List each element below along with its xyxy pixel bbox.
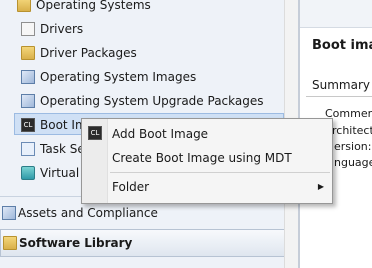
software-library-icon: [3, 236, 17, 250]
details-header-bar: [300, 0, 372, 28]
tree-item-label: Driver Packages: [40, 46, 137, 60]
property-language: nguage: [334, 156, 372, 169]
tree-item-os-upgrade-packages[interactable]: Operating System Upgrade Packages: [21, 91, 281, 111]
menu-item-label: Create Boot Image using MDT: [112, 151, 292, 165]
task-sequence-icon: [21, 142, 35, 156]
wunderbar-label: Assets and Compliance: [18, 206, 158, 220]
menu-item-create-boot-image-mdt[interactable]: Create Boot Image using MDT: [82, 147, 332, 169]
cl-icon: CL: [88, 126, 102, 140]
tree-item-label: Virtual: [40, 166, 80, 180]
package-icon: [21, 46, 35, 60]
tree-item-label: Operating System Images: [40, 70, 197, 84]
boot-image-icon: CL: [21, 118, 35, 132]
details-divider: [306, 96, 372, 97]
tree-item-label: Operating System Upgrade Packages: [40, 94, 264, 108]
driver-icon: [21, 22, 35, 36]
menu-item-add-boot-image[interactable]: Add Boot Image: [82, 123, 332, 145]
os-image-icon: [21, 70, 35, 84]
assets-icon: [2, 206, 16, 220]
details-summary-heading: Summary: [312, 78, 370, 92]
tree-item-os-images[interactable]: Operating System Images: [21, 67, 281, 87]
property-architecture: rchitect: [332, 124, 372, 137]
details-title: Boot imag: [312, 38, 372, 53]
tree-item-operating-systems[interactable]: Operating Systems: [17, 0, 277, 15]
wunderbar-software-library[interactable]: Software Library: [0, 229, 294, 257]
tree-item-driver-packages[interactable]: Driver Packages: [21, 43, 281, 63]
tree-item-label: Drivers: [40, 22, 84, 36]
upgrade-package-icon: [21, 94, 35, 108]
tree-item-label: Task Se: [40, 142, 85, 156]
menu-item-folder[interactable]: Folder ▶: [82, 176, 332, 198]
menu-item-label: Folder: [112, 180, 150, 194]
tree-item-drivers[interactable]: Drivers: [21, 19, 281, 39]
submenu-arrow-icon: ▶: [317, 182, 324, 191]
menu-separator: [110, 172, 330, 173]
tree-item-label: Operating Systems: [36, 0, 151, 12]
menu-item-label: Add Boot Image: [112, 127, 209, 141]
folder-icon: [17, 0, 31, 12]
property-version: ersion:: [334, 140, 372, 153]
wunderbar-label: Software Library: [19, 236, 133, 250]
wunderbar-assets-and-compliance[interactable]: Assets and Compliance: [0, 201, 300, 225]
virtual-hard-disk-icon: [21, 166, 35, 180]
